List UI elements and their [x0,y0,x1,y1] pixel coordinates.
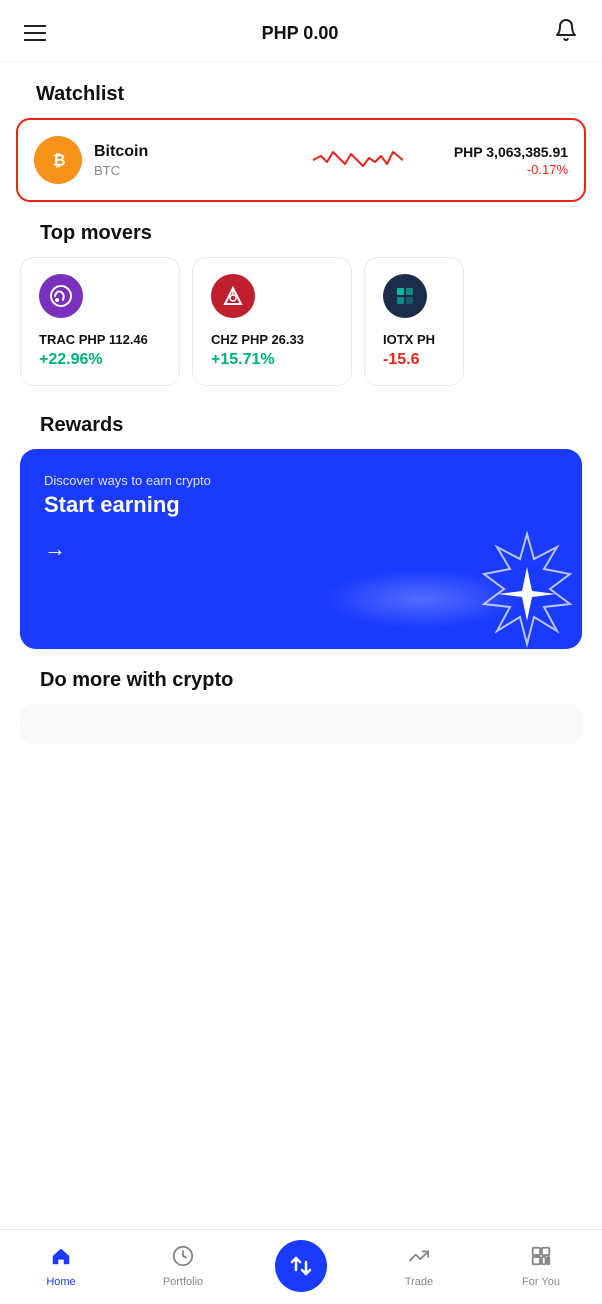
watchlist-title: Watchlist [16,63,586,118]
for-you-icon [530,1245,552,1273]
movers-scroll: TRAC PHP 112.46 +22.96% CHZ PHP [20,257,582,390]
chz-ticker-price: CHZ PHP 26.33 [211,332,333,347]
chz-ticker: CHZ [211,332,238,347]
iotx-ticker-price: IOTX PH [383,332,445,347]
rewards-cta: Start earning [44,492,558,518]
nav-trade-button[interactable] [275,1240,327,1292]
trac-ticker: TRAC [39,332,75,347]
bitcoin-price-info: PHP 3,063,385.91 -0.17% [454,144,568,177]
top-movers-title: Top movers [20,202,582,257]
watchlist-section: Watchlist ₿ Bitcoin BTC PHP 3,063,38 [0,63,602,202]
nav-portfolio[interactable]: Portfolio [153,1245,213,1288]
nav-for-you[interactable]: For You [511,1245,571,1288]
bitcoin-info: Bitcoin BTC [94,143,262,178]
bell-icon[interactable] [554,18,578,48]
bitcoin-sparkline [274,142,442,178]
rewards-card[interactable]: Discover ways to earn crypto Start earni… [20,449,582,649]
trac-change: +22.96% [39,351,161,369]
bitcoin-icon: ₿ [34,136,82,184]
app-header: PHP 0.00 [0,0,602,63]
nav-for-you-label: For You [522,1276,560,1288]
iotx-ticker: IOTX [383,332,413,347]
main-content: Watchlist ₿ Bitcoin BTC PHP 3,063,38 [0,63,602,834]
nav-portfolio-label: Portfolio [163,1276,203,1288]
portfolio-icon [172,1245,194,1273]
rewards-badge-icon [462,529,582,649]
chz-change: +15.71% [211,351,333,369]
bitcoin-name: Bitcoin [94,143,262,161]
trade-icon [408,1245,430,1273]
mover-card-chz[interactable]: CHZ PHP 26.33 +15.71% [192,257,352,386]
menu-icon[interactable] [24,25,46,41]
bitcoin-change: -0.17% [454,162,568,177]
trac-ticker-price: TRAC PHP 112.46 [39,332,161,347]
bitcoin-price: PHP 3,063,385.91 [454,144,568,160]
nav-trade[interactable]: Trade [389,1245,449,1288]
iotx-price: PH [417,332,435,347]
nav-home-label: Home [46,1276,75,1288]
mover-card-iotx[interactable]: IOTX PH -15.6 [364,257,464,386]
nav-home[interactable]: Home [31,1245,91,1288]
iotx-change: -15.6 [383,351,445,369]
trac-icon [39,274,83,318]
bottom-nav: Home Portfolio Trade [0,1229,602,1304]
rewards-subtitle: Discover ways to earn crypto [44,473,558,488]
rewards-title: Rewards [20,394,582,449]
nav-trade-label: Trade [405,1276,433,1288]
domore-title: Do more with crypto [20,649,582,704]
trac-price: PHP 112.46 [79,332,148,347]
watchlist-bitcoin-card[interactable]: ₿ Bitcoin BTC PHP 3,063,385.91 -0.17% [16,118,586,202]
chz-icon [211,274,255,318]
home-icon [50,1245,72,1273]
rewards-section: Rewards Discover ways to earn crypto Sta… [0,394,602,649]
chz-price: PHP 26.33 [241,332,304,347]
iotx-icon [383,274,427,318]
mover-card-trac[interactable]: TRAC PHP 112.46 +22.96% [20,257,180,386]
svg-text:₿: ₿ [53,151,66,169]
header-balance: PHP 0.00 [262,23,339,44]
top-movers-section: Top movers TRAC PHP 112.46 +22.96% [0,202,602,390]
domore-section: Do more with crypto [0,649,602,744]
bitcoin-ticker: BTC [94,163,262,178]
